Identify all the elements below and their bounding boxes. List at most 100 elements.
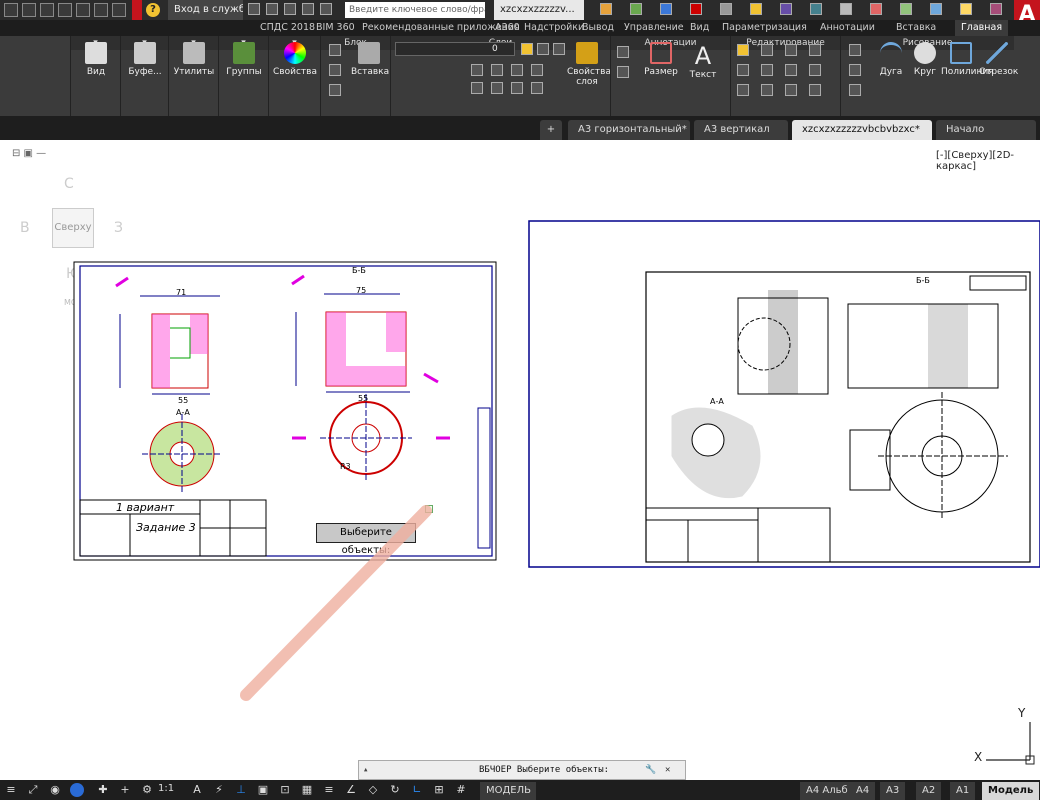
tab-addins[interactable]: Надстройки [524, 20, 584, 36]
layout-tab-a3[interactable]: A3 [880, 782, 906, 800]
viewcube-east[interactable]: З [114, 220, 123, 236]
tab-a360[interactable]: A360 [495, 20, 520, 36]
dim-55-left: 55 [178, 396, 189, 405]
layout-tab-model[interactable]: Модель [982, 782, 1040, 800]
search-input[interactable]: Введите ключевое слово/фразу [345, 2, 485, 18]
tab-view[interactable]: Вид [690, 20, 709, 36]
polyline-button[interactable]: Полилиния [941, 42, 994, 77]
layer-dropdown[interactable]: 0 [395, 42, 515, 56]
grid-icon[interactable]: # [454, 783, 468, 797]
panel-layers: 0 Свойства слоя Слои [390, 36, 611, 116]
groups-button[interactable]: Группы [223, 42, 265, 77]
tab-output[interactable]: Вывод [582, 20, 614, 36]
tab-a3-horizontal[interactable]: А3 горизонтальный* [568, 120, 690, 140]
doc-title: xzcxzxzzzzzv... [494, 0, 584, 20]
properties-button[interactable]: Свойства [273, 42, 317, 77]
radius-label: R3 [340, 462, 351, 471]
plot-icon[interactable] [76, 3, 90, 17]
undo-icon[interactable] [94, 3, 108, 17]
title-block-variant: 1 вариант [116, 501, 175, 514]
text-button[interactable]: A Текст [681, 42, 725, 80]
view-label[interactable]: [-][Сверху][2D-каркас] [936, 150, 1040, 172]
dimension-button[interactable]: Размер [639, 42, 683, 77]
tab-insert[interactable]: Вставка [896, 20, 936, 36]
panel-block: Вставка Блок [320, 36, 390, 116]
open-icon[interactable] [22, 3, 36, 17]
viewcube-top[interactable]: Сверху [52, 208, 94, 248]
cmd-close-icon[interactable]: ✕ [665, 761, 670, 779]
viewcube-west[interactable]: В [20, 220, 30, 236]
cmd-history-icon[interactable]: ▴ [363, 761, 368, 779]
tab-parametric[interactable]: Параметризация [722, 20, 807, 36]
isolate-icon[interactable]: ◉ [48, 783, 62, 797]
tab-bim360[interactable]: BIM 360 [316, 20, 355, 36]
autoscale-icon[interactable]: ⚡ [212, 783, 226, 797]
viewport-controls[interactable]: ⊟ ▣ — [12, 148, 62, 160]
ortho-icon[interactable]: ∟ [410, 783, 424, 797]
tab-current-drawing[interactable]: xzcxzxzzzzzvbcbvbzxc* [792, 120, 932, 140]
polar-icon[interactable]: ∠ [344, 783, 358, 797]
help-icon[interactable]: ? [146, 3, 160, 17]
cmd-settings-icon[interactable]: 🔧 [645, 761, 656, 779]
fullscreen-icon[interactable]: ⤢ [26, 783, 40, 797]
save-icon[interactable] [40, 3, 54, 17]
panel-view: Вид ▾ [70, 36, 120, 116]
ribbon-tabs: СПДС 2018 BIM 360 Рекомендованные прилож… [0, 20, 1040, 36]
clipboard-button[interactable]: Буфе... [124, 42, 166, 77]
tab-a3-vertical[interactable]: А3 вертикал [694, 120, 788, 140]
new-icon[interactable] [4, 3, 18, 17]
ribbon: Вид ▾ Буфе... ▾ Утилиты ▾ Группы ▾ Свойс… [0, 36, 1040, 116]
layout-tab-a4[interactable]: A4 [850, 782, 876, 800]
customize-icon[interactable]: ≡ [4, 783, 18, 797]
layout-tab-a1[interactable]: A1 [950, 782, 976, 800]
circle-button[interactable]: Круг [907, 42, 943, 77]
cmd-input[interactable]: ВБЧОЕР Выберите объекты: [479, 761, 609, 779]
isodraft-icon[interactable]: ↻ [388, 783, 402, 797]
snap-icon[interactable]: ⊞ [432, 783, 446, 797]
line-button[interactable]: Отрезок [979, 42, 1018, 77]
utilities-button[interactable]: Утилиты [173, 42, 215, 77]
tab-manage[interactable]: Управление [624, 20, 684, 36]
tab-home[interactable]: Главная [955, 20, 1009, 36]
dynamic-input-icon[interactable]: ≡ [322, 783, 336, 797]
plus-icon[interactable]: + [118, 783, 132, 797]
command-line[interactable]: ▴ ВБЧОЕР Выберите объекты: 🔧 ✕ [358, 760, 686, 780]
tab-annotate[interactable]: Аннотации [820, 20, 875, 36]
arc-button[interactable]: Дуга [873, 42, 909, 77]
new-tab-button[interactable]: + [540, 120, 562, 140]
signin-button[interactable]: Вход в службы [168, 0, 243, 20]
dim-71: 71 [176, 288, 187, 297]
exchange-icons[interactable] [248, 3, 338, 17]
panel-draw: Полилиния Круг Дуга Отрезок Рисование [840, 36, 1018, 116]
annotation-scale[interactable]: 1:1 [158, 783, 174, 794]
model-space-toggle[interactable]: МОДЕЛЬ [480, 782, 536, 800]
transparency-icon[interactable]: ▦ [300, 783, 314, 797]
annotation-visibility-icon[interactable]: A [190, 783, 204, 797]
right-sheet [528, 220, 1040, 568]
selection-cycling-icon[interactable]: ▣ [256, 783, 270, 797]
osnap-icon[interactable]: ◇ [366, 783, 380, 797]
workspace-icon[interactable]: ✚ [96, 783, 110, 797]
panel-groups: Группы ▾ [218, 36, 268, 116]
tab-start[interactable]: Начало [936, 120, 1036, 140]
right-section-aa: А-А [710, 397, 724, 406]
right-section-bb: Б-Б [916, 276, 930, 285]
insert-button[interactable]: Вставка [351, 42, 389, 77]
dim-75: 75 [356, 286, 367, 295]
file-tabs: + А3 горизонтальный* А3 вертикал xzcxzxz… [0, 116, 1040, 140]
redo-icon[interactable] [112, 3, 126, 17]
gear-icon[interactable]: ⚙ [140, 783, 154, 797]
hardware-accel-icon[interactable] [70, 783, 84, 797]
viewcube-north[interactable]: С [64, 176, 74, 192]
view-button[interactable]: Вид [75, 42, 117, 77]
tab-spds[interactable]: СПДС 2018 [260, 20, 315, 36]
layout-tab-a2[interactable]: A2 [916, 782, 942, 800]
osnap-3d-icon[interactable]: ⊡ [278, 783, 292, 797]
title-bar: ? Вход в службы Введите ключевое слово/ф… [0, 0, 1040, 20]
layer-properties-button[interactable]: Свойства слоя [567, 42, 611, 87]
lineweight-icon[interactable]: ⊥ [234, 783, 248, 797]
panel-annotation: A Текст Размер Аннотации [610, 36, 730, 116]
saveas-icon[interactable] [58, 3, 72, 17]
layout-tab-a4-album[interactable]: A4 Альб [800, 782, 854, 800]
pen-stylus [240, 505, 432, 701]
